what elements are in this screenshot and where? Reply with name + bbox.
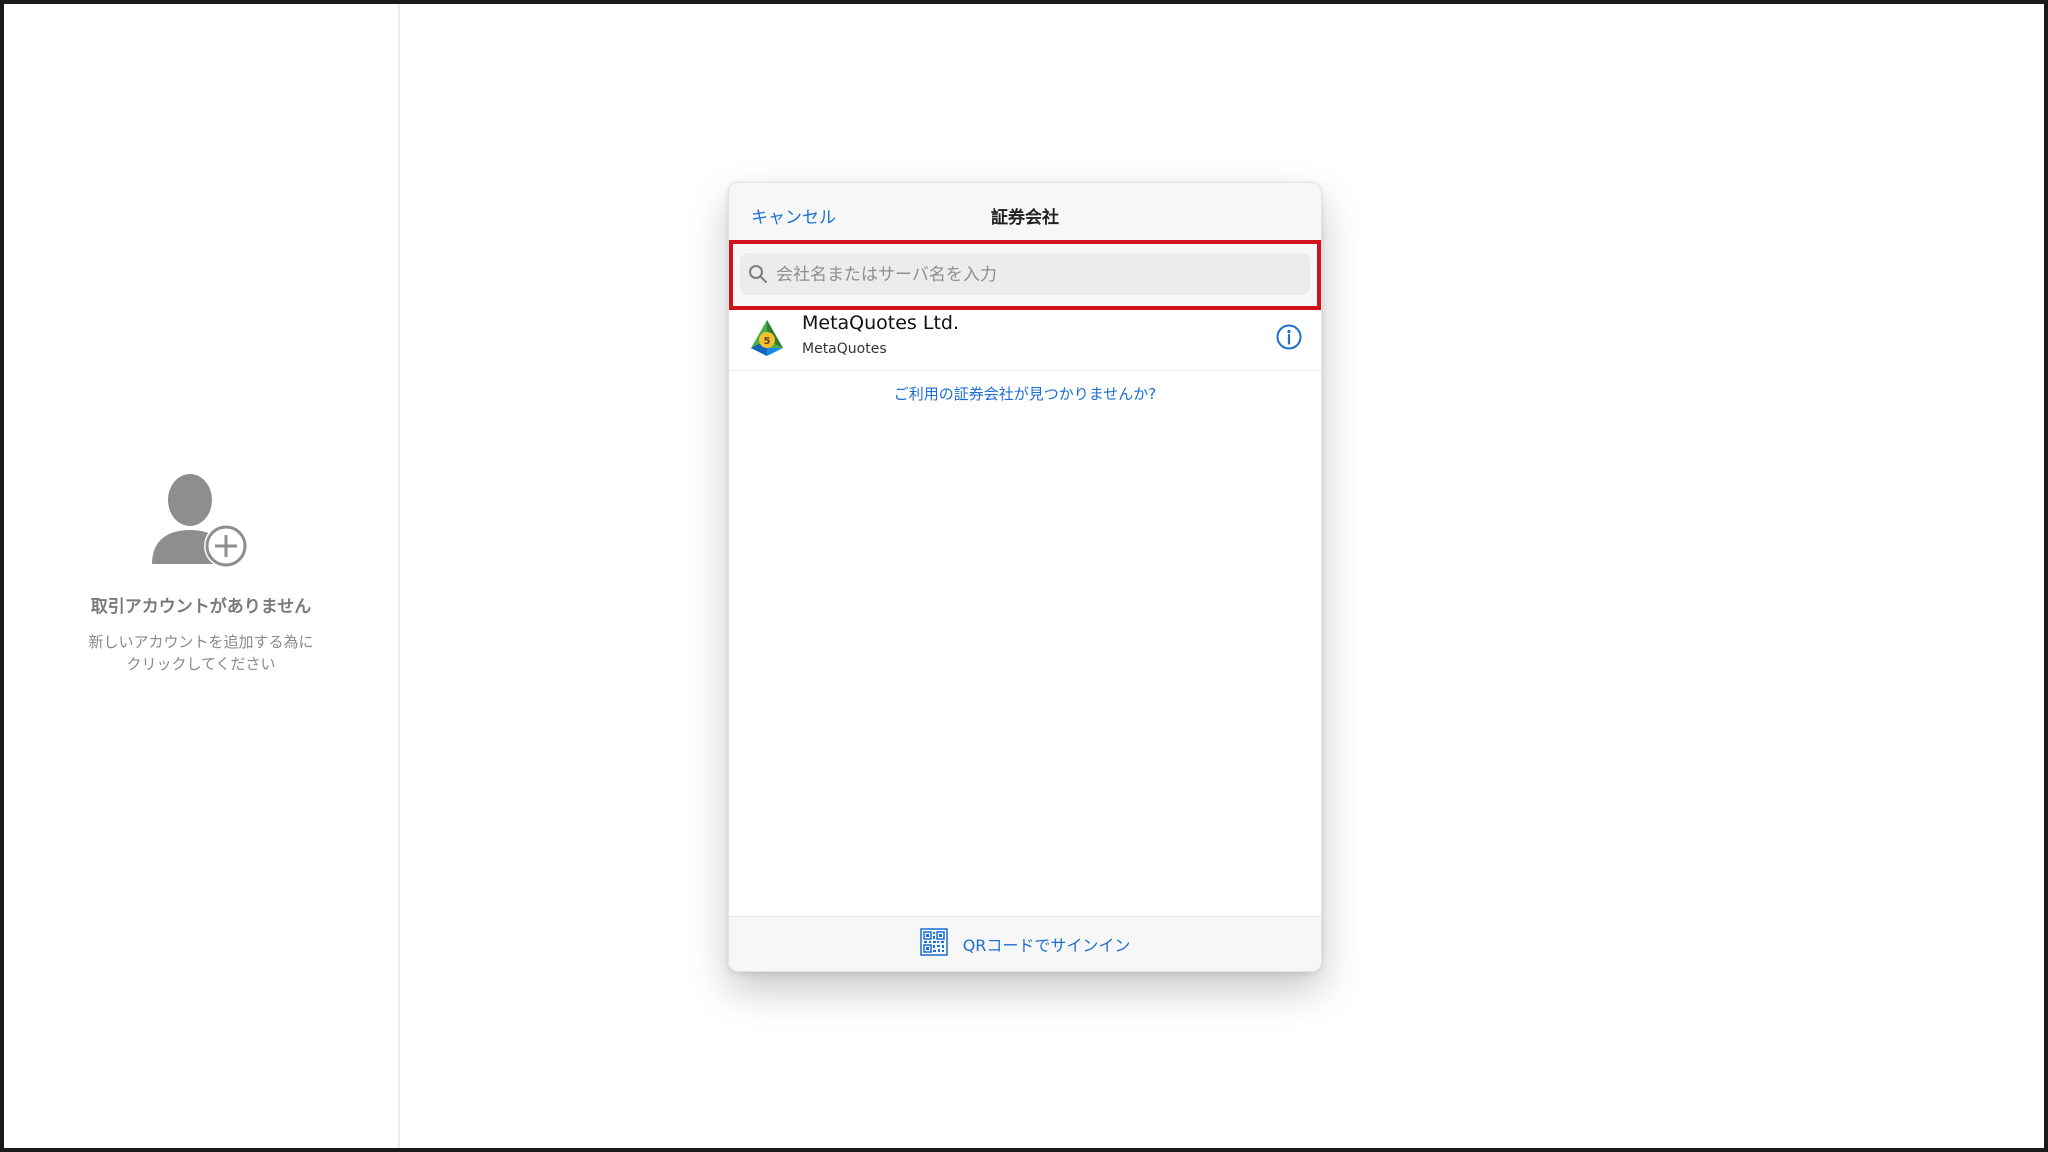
empty-accounts-subtitle-line2: クリックしてください <box>126 655 276 673</box>
add-account-empty-state[interactable]: 取引アカウントがありません 新しいアカウントを追加する為に クリックしてください <box>4 474 398 675</box>
broker-name: MetaQuotes Ltd. <box>802 312 960 334</box>
empty-accounts-subtitle: 新しいアカウントを追加する為に クリックしてください <box>81 631 321 675</box>
search-icon <box>749 265 767 283</box>
svg-text:5: 5 <box>764 336 771 347</box>
broker-server: MetaQuotes <box>802 341 887 357</box>
info-icon[interactable] <box>1275 323 1303 351</box>
empty-accounts-title: 取引アカウントがありません <box>90 597 312 617</box>
broker-not-found-link[interactable]: ご利用の証券会社が見つかりませんか? <box>729 383 1321 404</box>
dialog-footer: QRコードでサインイン <box>729 916 1321 971</box>
empty-accounts-subtitle-line1: 新しいアカウントを追加する為に <box>88 633 314 651</box>
qr-code-icon <box>919 928 948 956</box>
add-user-icon <box>152 474 248 568</box>
qr-signin-label: QRコードでサインイン <box>962 936 1131 955</box>
broker-search-dialog: キャンセル 証券会社 5 MetaQuotes Ltd. M <box>728 182 1322 972</box>
qr-signin-button[interactable]: QRコードでサインイン <box>729 928 1321 958</box>
broker-list-item[interactable]: 5 MetaQuotes Ltd. MetaQuotes <box>729 308 1321 371</box>
search-field[interactable] <box>740 253 1310 297</box>
dialog-title: 証券会社 <box>991 208 1059 228</box>
search-input[interactable] <box>774 253 1298 297</box>
app-window: 取引アカウントがありません 新しいアカウントを追加する為に クリックしてください… <box>4 4 2044 1148</box>
search-highlight-box <box>729 240 1321 310</box>
accounts-sidebar: 取引アカウントがありません 新しいアカウントを追加する為に クリックしてください <box>4 4 400 1148</box>
metatrader5-logo-icon: 5 <box>751 320 783 356</box>
dialog-header: キャンセル 証券会社 <box>729 183 1321 243</box>
